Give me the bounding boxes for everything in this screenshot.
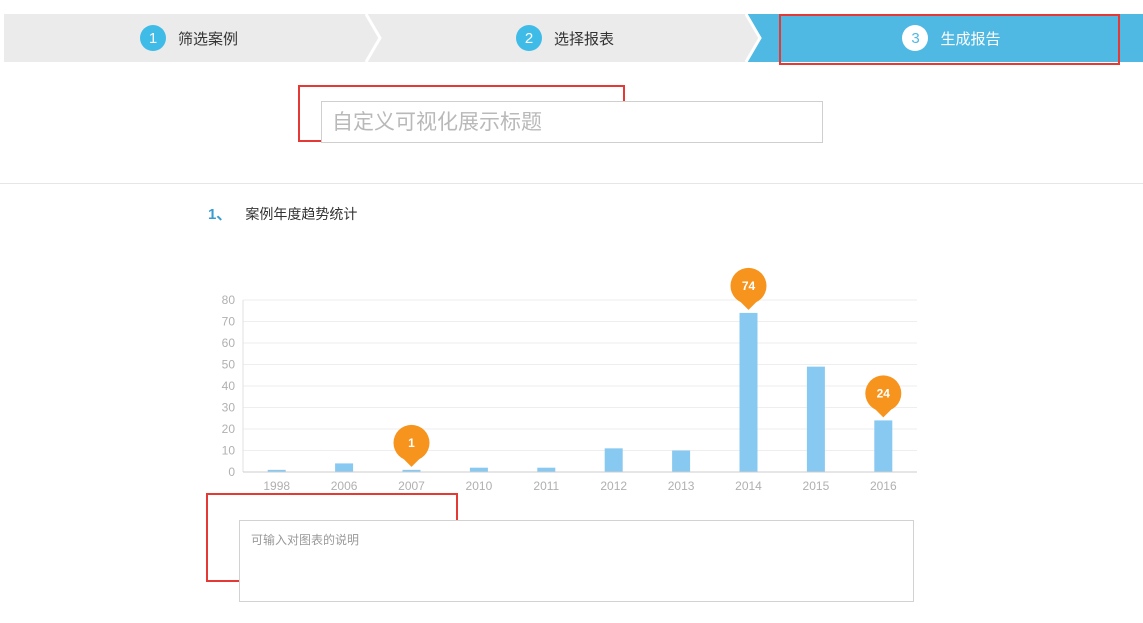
y-tick-label: 50 [222,358,236,372]
y-tick-label: 60 [222,336,236,350]
step-1-number: 1 [139,25,166,51]
y-tick-label: 0 [228,465,235,479]
x-tick-label: 2015 [803,479,830,493]
x-tick-label: 1998 [263,479,290,493]
annotation-label: 1 [408,436,415,450]
annotation-label: 24 [877,386,891,400]
bar-2013[interactable] [672,450,691,473]
bar-2015[interactable] [806,366,825,472]
x-tick-label: 2010 [466,479,493,493]
y-tick-label: 80 [222,293,236,307]
step-1-select-cases[interactable]: 1 筛选案例 [4,14,374,62]
y-tick-label: 70 [222,315,236,329]
x-tick-label: 2016 [870,479,897,493]
annotation-label: 74 [742,279,756,293]
x-tick-label: 2013 [668,479,695,493]
step-progress-bar: 1 筛选案例 2 选择报表 3 生成报告 [0,14,1143,62]
yearly-trend-bar-chart: 0 10 20 30 40 50 60 70 80 1998 2006 2007 2010 2011 201… [222,267,917,493]
chart-description-input[interactable] [239,520,914,602]
section-divider [0,183,1143,184]
step-3-label: 生成报告 [940,29,1001,48]
bar-2014[interactable] [739,312,758,472]
x-tick-label: 2014 [735,479,762,493]
bar-2012[interactable] [604,448,623,472]
bar-2016[interactable] [874,420,893,472]
step-2-number: 2 [515,25,542,51]
y-tick-label: 10 [222,444,236,458]
step-1-label: 筛选案例 [177,29,238,48]
bar-2011[interactable] [537,467,556,472]
y-tick-label: 20 [222,422,236,436]
step-2-select-report[interactable]: 2 选择报表 [380,14,750,62]
x-tick-label: 2006 [331,479,358,493]
bar-2010[interactable] [469,467,488,472]
step-3-generate-report[interactable]: 3 生成报告 [760,14,1143,62]
y-tick-label: 30 [222,401,236,415]
annotation-pin-2007: 1 [393,424,430,467]
section-title: 案例年度趋势统计 [245,206,358,223]
section-number: 1、 [208,206,232,223]
y-tick-label: 40 [222,379,236,393]
x-tick-label: 2011 [533,479,559,493]
report-title-input[interactable] [321,101,823,143]
step-3-number: 3 [902,25,929,51]
x-tick-label: 2012 [600,479,627,493]
annotation-pin-2014: 74 [730,267,767,310]
section-heading: 1、 案例年度趋势统计 [208,203,357,224]
x-tick-label: 2007 [398,479,425,493]
bar-2006[interactable] [335,463,354,472]
annotation-pin-2016: 24 [865,375,902,418]
step-2-label: 选择报表 [553,29,614,48]
